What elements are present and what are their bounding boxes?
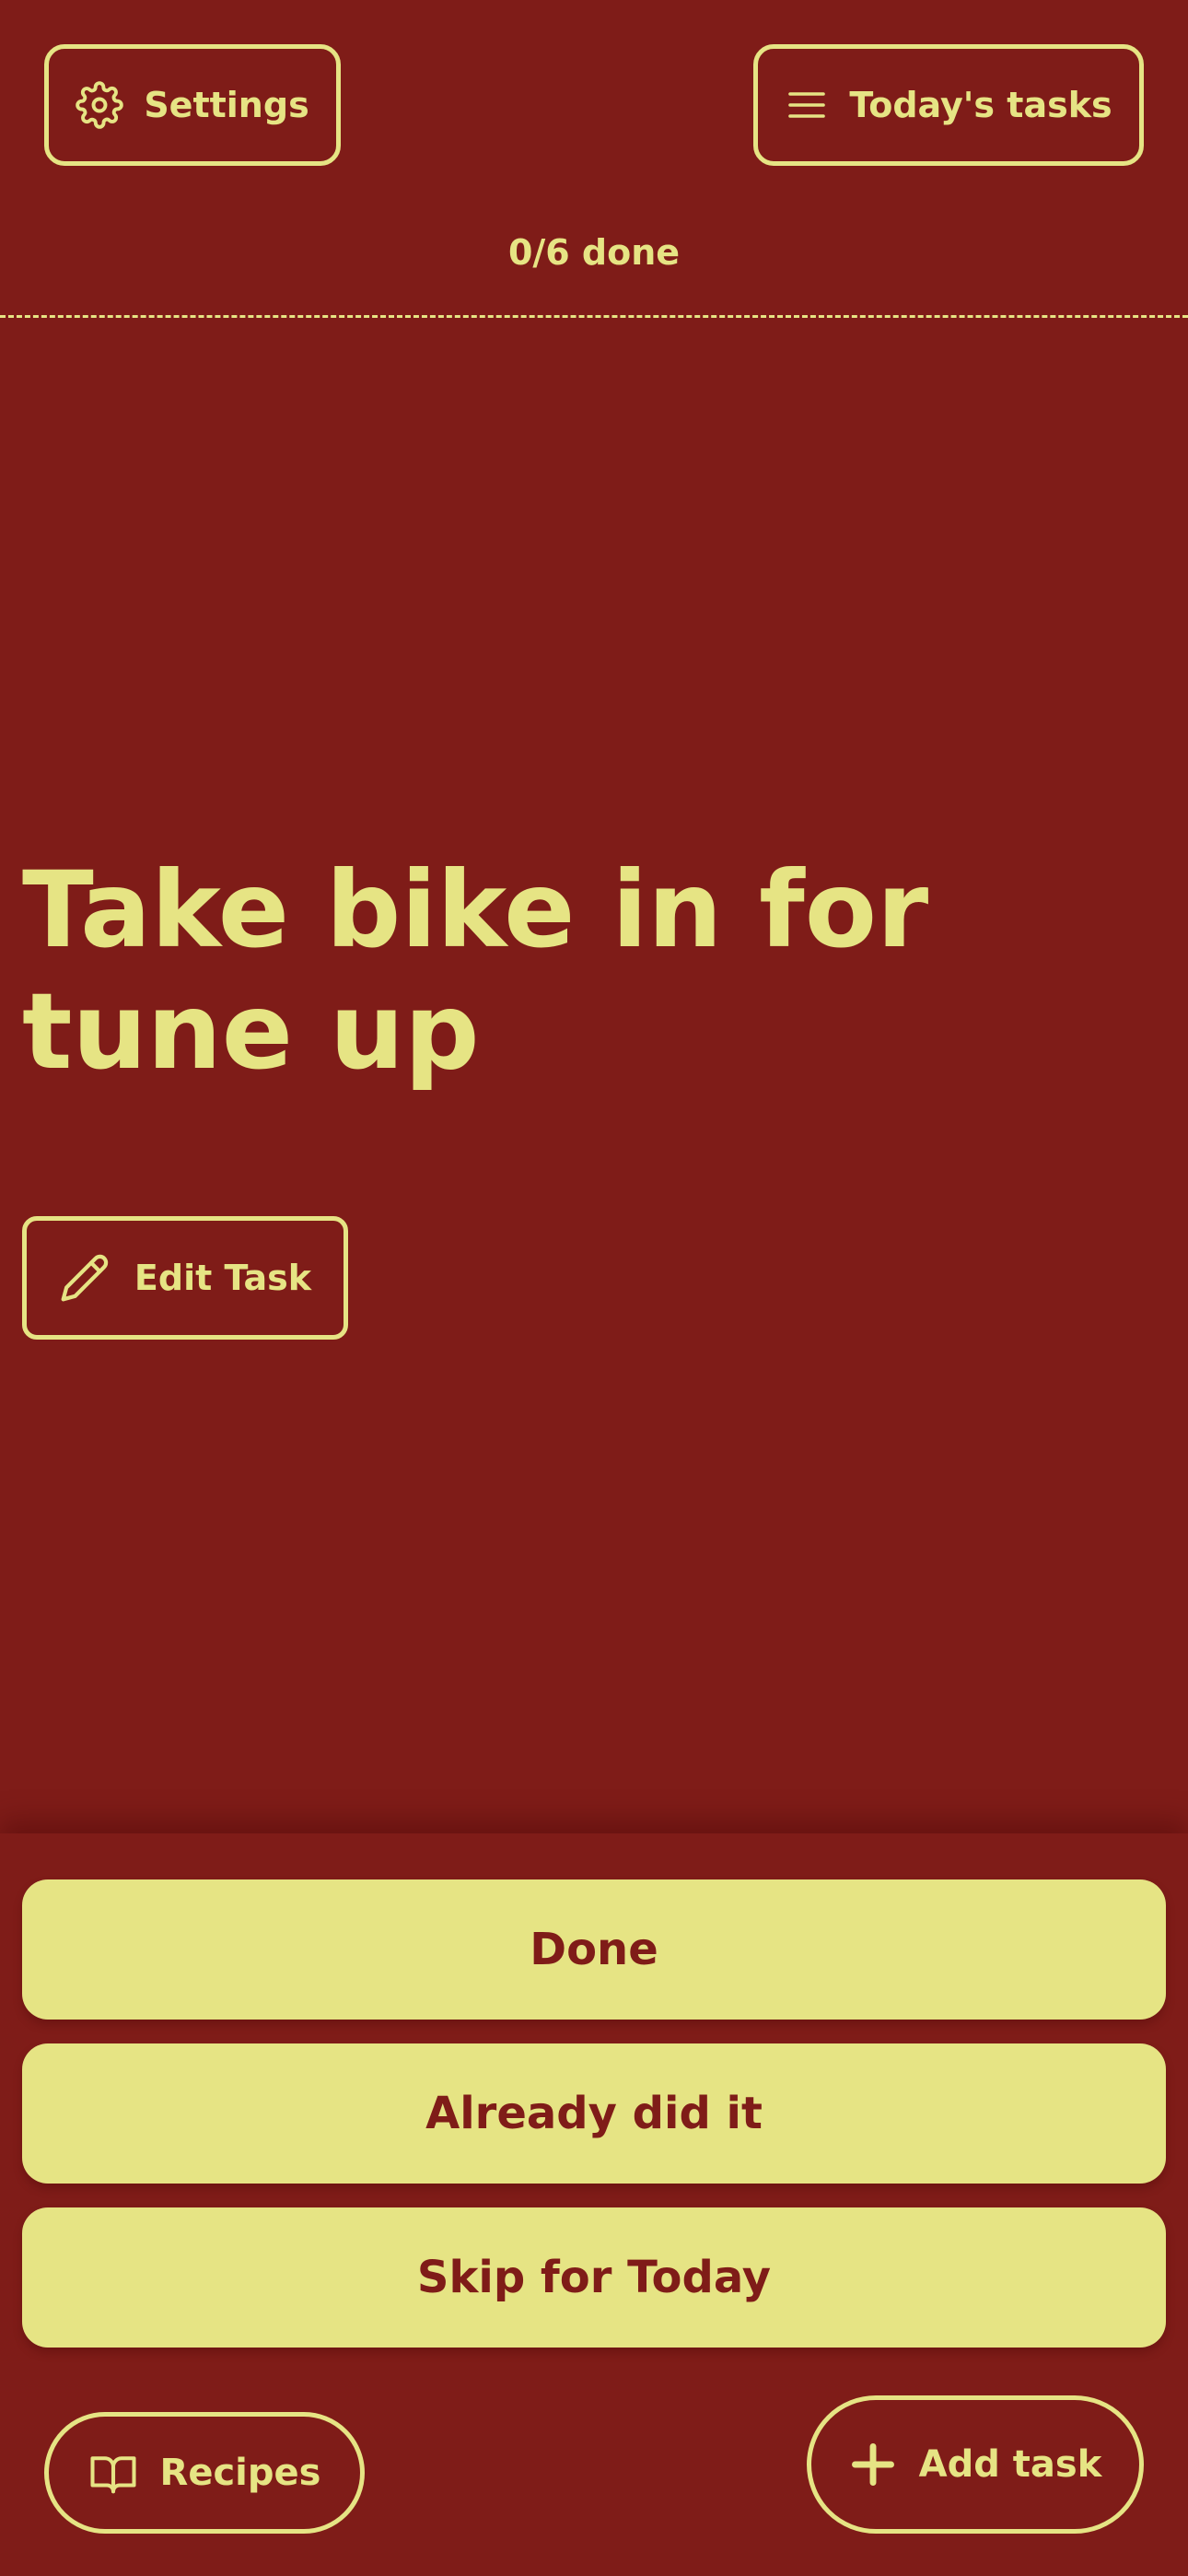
- settings-label: Settings: [144, 85, 309, 125]
- edit-task-button[interactable]: Edit Task: [22, 1216, 348, 1340]
- todays-tasks-label: Today's tasks: [849, 85, 1112, 125]
- pencil-icon: [61, 1254, 109, 1302]
- add-task-button[interactable]: Add task: [807, 2395, 1144, 2534]
- book-icon: [90, 2456, 136, 2494]
- already-did-it-button[interactable]: Already did it: [22, 2043, 1166, 2184]
- progress-counter: 0/6 done: [507, 232, 681, 273]
- settings-button[interactable]: Settings: [44, 44, 341, 166]
- recipes-button[interactable]: Recipes: [44, 2412, 365, 2534]
- done-button[interactable]: Done: [22, 1879, 1166, 2020]
- plus-icon: [851, 2443, 894, 2486]
- skip-for-today-button[interactable]: Skip for Today: [22, 2207, 1166, 2348]
- menu-icon: [788, 92, 826, 118]
- recipes-label: Recipes: [159, 2452, 321, 2494]
- header-divider: [0, 315, 1188, 318]
- task-title: Take bike in for tune up: [22, 849, 929, 1093]
- gear-icon: [76, 81, 124, 129]
- todays-tasks-button[interactable]: Today's tasks: [753, 44, 1144, 166]
- add-task-label: Add task: [918, 2443, 1102, 2486]
- edit-task-label: Edit Task: [134, 1258, 312, 1298]
